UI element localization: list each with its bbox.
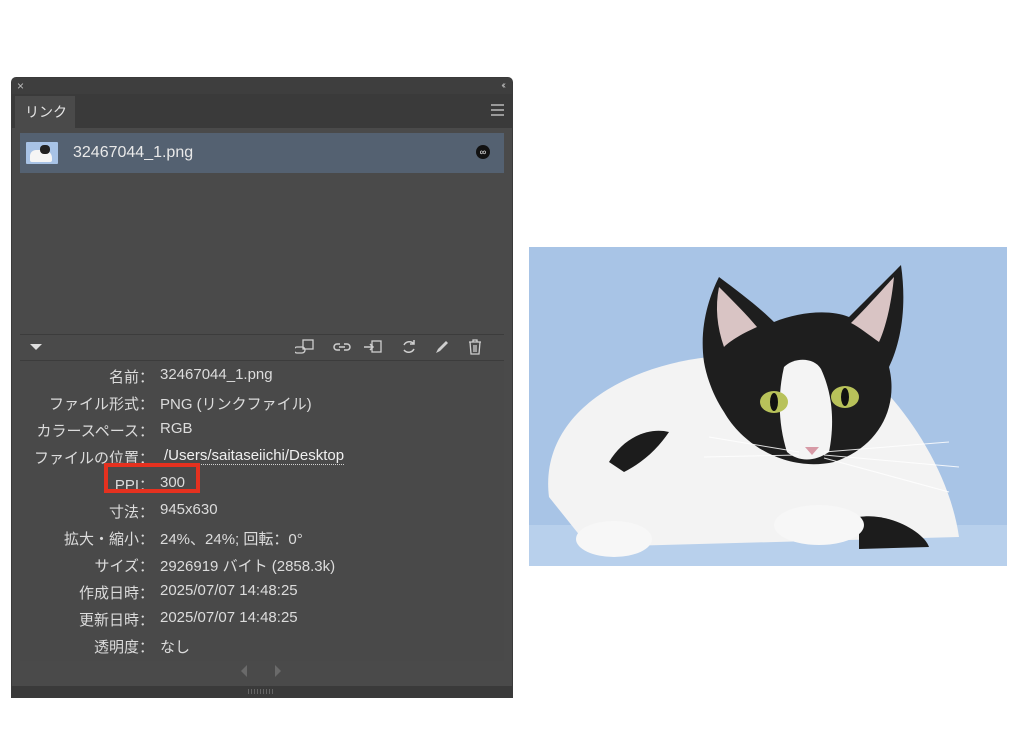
panel-titlebar: × ‹‹ [12, 78, 512, 94]
info-label: 作成日時： [78, 585, 154, 602]
info-label: 寸法： [108, 504, 154, 521]
link-info-section: 名前： 32467044_1.png ファイル形式： PNG (リンクファイル)… [20, 360, 504, 661]
relink-from-libraries-icon[interactable] [295, 338, 315, 356]
info-row-created: 作成日時： 2025/07/07 14:48:25 [20, 582, 504, 608]
hamburger-menu-icon[interactable] [491, 104, 504, 119]
goto-link-icon[interactable] [363, 338, 383, 356]
info-navigation [12, 660, 512, 682]
edit-original-icon[interactable] [432, 338, 452, 356]
list-item[interactable]: 32467044_1.png ∞ [20, 133, 504, 173]
info-row-scale: 拡大・縮小： 24%、24%; 回転：0° [20, 528, 504, 554]
info-label: 名前： [108, 369, 154, 386]
info-row-ppi: PPI： 300 [20, 474, 504, 500]
info-value: なし [160, 639, 191, 656]
info-value: 2025/07/07 14:48:25 [160, 582, 298, 599]
links-toolbar [20, 335, 504, 359]
disclosure-triangle-icon[interactable] [30, 344, 42, 350]
collapse-icon[interactable]: ‹‹ [501, 78, 505, 94]
info-row-transparency: 透明度： なし [20, 636, 504, 662]
delete-icon[interactable] [465, 338, 485, 356]
info-row-colorspace: カラースペース： RGB [20, 420, 504, 446]
info-label: サイズ： [94, 558, 154, 575]
tab-links[interactable]: リンク [15, 96, 75, 128]
info-label: 更新日時： [78, 612, 154, 629]
info-value: RGB [160, 420, 193, 437]
info-row-name: 名前： 32467044_1.png [20, 366, 504, 392]
info-row-format: ファイル形式： PNG (リンクファイル) [20, 393, 504, 419]
info-label: 透明度： [93, 639, 154, 656]
info-label: カラースペース： [36, 423, 154, 440]
info-value: 32467044_1.png [160, 366, 273, 383]
info-row-modified: 更新日時： 2025/07/07 14:48:25 [20, 609, 504, 635]
previous-arrow-icon[interactable] [241, 665, 247, 677]
info-label: 拡大・縮小： [63, 531, 154, 548]
info-row-size: サイズ： 2926919 バイト (2858.3k) [20, 555, 504, 581]
info-row-dimensions: 寸法： 945x630 [20, 501, 504, 527]
relink-icon[interactable] [332, 338, 352, 356]
links-list: 32467044_1.png ∞ [20, 133, 504, 333]
cat-photo [529, 247, 1007, 566]
resize-grip-icon[interactable] [248, 689, 274, 694]
links-panel: × ‹‹ リンク 32467044_1.png ∞ 名前： 32467044_1… [12, 78, 512, 697]
next-arrow-icon[interactable] [275, 665, 281, 677]
info-value: 2926919 バイト (2858.3k) [160, 558, 336, 575]
close-icon[interactable]: × [17, 78, 24, 94]
ppi-highlight-box [104, 463, 200, 493]
info-row-location: ファイルの位置： /Users/saitaseiichi/Desktop [20, 447, 504, 473]
file-thumbnail [26, 142, 58, 164]
resize-strip[interactable] [12, 686, 512, 697]
panel-tabbar: リンク [12, 94, 512, 128]
cat-illustration [529, 247, 1007, 566]
info-value: 2025/07/07 14:48:25 [160, 609, 298, 626]
info-value: 24%、24%; 回転：0° [160, 531, 303, 548]
link-badge-icon: ∞ [476, 145, 490, 159]
info-value: PNG (リンクファイル) [160, 396, 312, 413]
info-label: ファイル形式： [48, 396, 154, 413]
file-name: 32467044_1.png [73, 144, 194, 161]
update-link-icon[interactable] [399, 338, 419, 356]
info-value: 945x630 [160, 501, 218, 518]
